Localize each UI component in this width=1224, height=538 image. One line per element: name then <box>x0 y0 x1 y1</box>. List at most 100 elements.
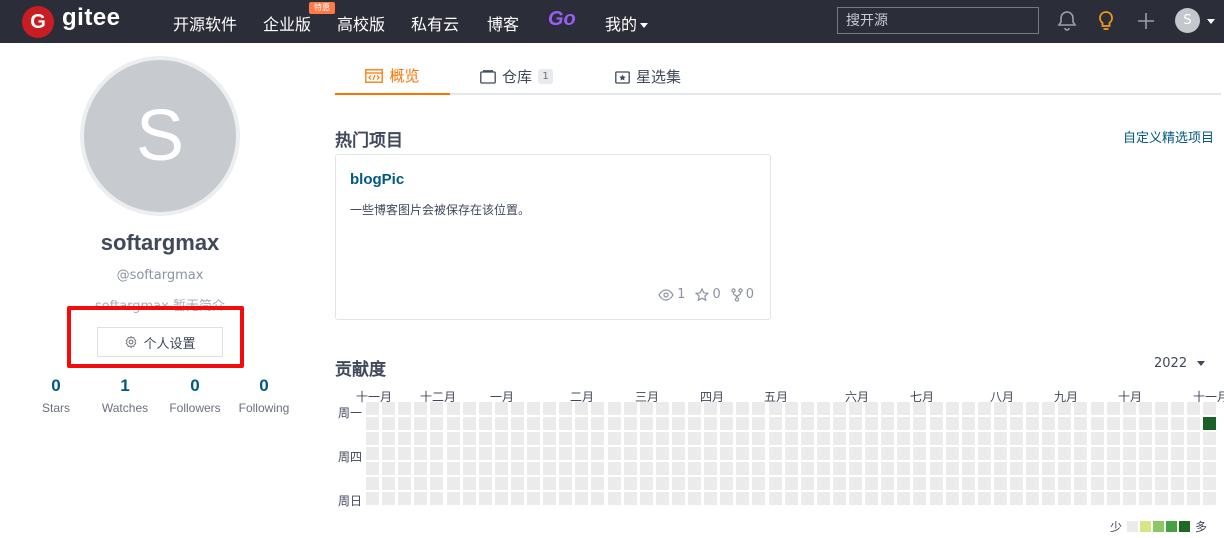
contribution-day[interactable] <box>382 402 396 415</box>
contribution-day[interactable] <box>655 492 669 505</box>
nav-item-private-cloud[interactable]: 私有云 <box>411 11 459 35</box>
contribution-day[interactable] <box>623 492 637 505</box>
contribution-day[interactable] <box>1074 492 1088 505</box>
contribution-day[interactable] <box>688 432 701 445</box>
contribution-day[interactable] <box>543 402 557 415</box>
contribution-day[interactable] <box>543 417 557 430</box>
contribution-day[interactable] <box>1154 402 1168 415</box>
contribution-day[interactable] <box>510 417 524 430</box>
watch-count[interactable]: 1 <box>658 287 685 302</box>
contribution-day[interactable] <box>800 477 814 490</box>
contribution-day[interactable] <box>414 462 428 475</box>
contribution-day[interactable] <box>1171 462 1184 475</box>
contribution-day[interactable] <box>430 477 444 490</box>
contribution-day[interactable] <box>382 417 396 430</box>
contribution-day[interactable] <box>768 447 782 460</box>
contribution-day[interactable] <box>462 417 476 430</box>
contribution-day[interactable] <box>897 492 911 505</box>
contribution-day[interactable] <box>1010 492 1023 505</box>
user-avatar[interactable]: S <box>1175 8 1200 33</box>
contribution-day[interactable] <box>543 447 557 460</box>
contribution-day[interactable] <box>591 492 605 505</box>
contribution-day[interactable] <box>671 492 685 505</box>
contribution-day[interactable] <box>688 462 701 475</box>
project-card[interactable]: blogPic 一些博客图片会被保存在该位置。 1 0 0 <box>335 154 771 320</box>
contribution-day[interactable] <box>671 417 685 430</box>
contribution-day[interactable] <box>366 402 379 415</box>
contribution-day[interactable] <box>800 417 814 430</box>
contribution-day[interactable] <box>607 417 621 430</box>
contribution-day[interactable] <box>1122 417 1136 430</box>
contribution-day[interactable] <box>784 477 798 490</box>
contribution-day[interactable] <box>382 462 396 475</box>
contribution-day[interactable] <box>961 462 975 475</box>
contribution-day[interactable] <box>1090 402 1104 415</box>
contribution-day[interactable] <box>784 417 798 430</box>
contribution-day[interactable] <box>655 417 669 430</box>
contribution-day[interactable] <box>913 492 927 505</box>
contribution-day[interactable] <box>688 417 701 430</box>
contribution-day[interactable] <box>913 417 927 430</box>
contribution-day[interactable] <box>816 477 830 490</box>
contribution-day[interactable] <box>1138 492 1152 505</box>
contribution-day[interactable] <box>1106 447 1120 460</box>
stat-following[interactable]: 0 Following <box>229 376 299 415</box>
contribution-day[interactable] <box>929 402 943 415</box>
contribution-day[interactable] <box>1026 402 1040 415</box>
contribution-day[interactable] <box>1026 477 1040 490</box>
contribution-day[interactable] <box>462 402 476 415</box>
contribution-day[interactable] <box>1010 432 1023 445</box>
contribution-day[interactable] <box>704 492 718 505</box>
contribution-day[interactable] <box>768 432 782 445</box>
contribution-day[interactable] <box>913 402 927 415</box>
contribution-day[interactable] <box>945 492 959 505</box>
nav-item-blog[interactable]: 博客 <box>487 11 519 35</box>
contribution-day[interactable] <box>1203 432 1217 445</box>
contribution-day[interactable] <box>1138 417 1152 430</box>
contribution-day[interactable] <box>881 462 895 475</box>
contribution-day[interactable] <box>849 492 862 505</box>
contribution-day[interactable] <box>977 432 991 445</box>
contribution-day[interactable] <box>752 447 766 460</box>
contribution-day[interactable] <box>639 447 653 460</box>
contribution-day[interactable] <box>832 462 846 475</box>
contribution-day[interactable] <box>1042 447 1056 460</box>
contribution-day[interactable] <box>881 492 895 505</box>
contribution-day[interactable] <box>462 447 476 460</box>
contribution-day[interactable] <box>366 462 379 475</box>
contribution-day[interactable] <box>1058 417 1072 430</box>
contribution-day[interactable] <box>1122 477 1136 490</box>
contribution-day[interactable] <box>993 462 1007 475</box>
contribution-day[interactable] <box>977 447 991 460</box>
contribution-day[interactable] <box>1010 447 1023 460</box>
contribution-day[interactable] <box>993 447 1007 460</box>
contribution-day[interactable] <box>494 432 508 445</box>
contribution-day[interactable] <box>1138 402 1152 415</box>
contribution-day[interactable] <box>591 432 605 445</box>
contribution-day[interactable] <box>430 447 444 460</box>
contribution-day[interactable] <box>1187 462 1201 475</box>
year-select[interactable]: 2022 <box>1154 356 1206 371</box>
contribution-day[interactable] <box>752 402 766 415</box>
contribution-day[interactable] <box>704 402 718 415</box>
contribution-day[interactable] <box>430 462 444 475</box>
contribution-day[interactable] <box>897 477 911 490</box>
contribution-day[interactable] <box>1203 417 1217 430</box>
contribution-day[interactable] <box>1026 462 1040 475</box>
contribution-day[interactable] <box>591 417 605 430</box>
contribution-day[interactable] <box>430 492 444 505</box>
contribution-day[interactable] <box>929 462 943 475</box>
contribution-day[interactable] <box>736 462 750 475</box>
contribution-day[interactable] <box>1171 432 1184 445</box>
contribution-day[interactable] <box>704 417 718 430</box>
contribution-day[interactable] <box>1042 462 1056 475</box>
fork-count[interactable]: 0 <box>731 287 754 302</box>
contribution-day[interactable] <box>849 432 862 445</box>
contribution-day[interactable] <box>1106 477 1120 490</box>
contribution-day[interactable] <box>671 447 685 460</box>
contribution-day[interactable] <box>704 477 718 490</box>
contribution-day[interactable] <box>1090 447 1104 460</box>
contribution-day[interactable] <box>945 432 959 445</box>
contribution-day[interactable] <box>961 402 975 415</box>
brand-name[interactable]: gitee <box>62 4 121 32</box>
